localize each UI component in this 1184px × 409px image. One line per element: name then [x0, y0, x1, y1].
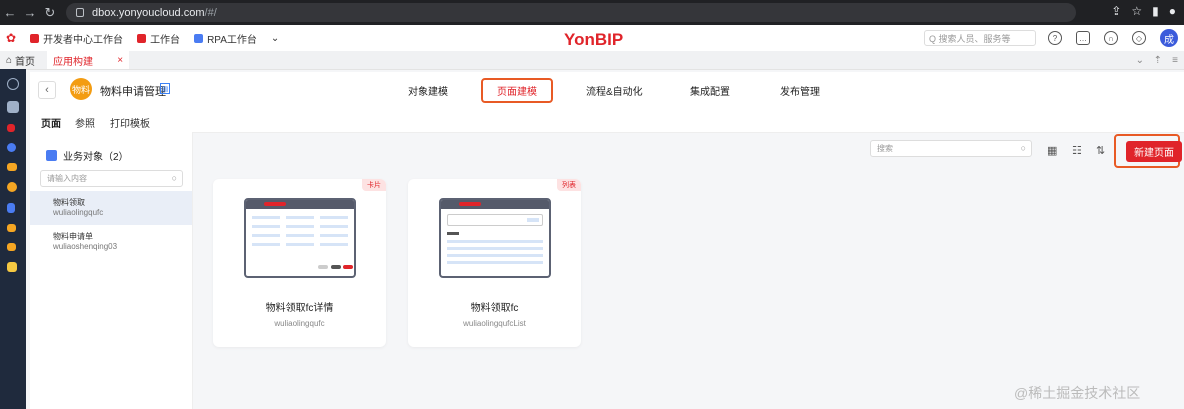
headset-icon[interactable]: ∩ [1104, 31, 1118, 45]
left-rail [0, 69, 26, 409]
card-code: wuliaolingqufc [274, 319, 325, 328]
grid-view-icon[interactable]: ▦ [1047, 144, 1057, 157]
avatar[interactable]: 成 [1160, 29, 1178, 47]
chevron-down-icon[interactable]: ⌄ [271, 33, 279, 44]
nav-object-modeling[interactable]: 对象建模 [408, 83, 448, 98]
close-icon[interactable]: × [117, 55, 123, 66]
share-icon[interactable]: ⇪ [1111, 4, 1121, 18]
item-name: 物料领取 [53, 198, 85, 207]
rail-user-icon[interactable] [7, 224, 16, 232]
nav-page-modeling[interactable]: 页面建模 [481, 78, 553, 103]
star-icon[interactable]: ☆ [1131, 4, 1142, 18]
nav-publish[interactable]: 发布管理 [780, 83, 820, 98]
tab-label: 首页 [15, 56, 36, 68]
business-objects-heading: 业务对象（2） [46, 148, 129, 163]
bookmark-label: 开发者中心工作台 [43, 34, 124, 46]
url-path: /#/ [204, 6, 217, 19]
nav-integration[interactable]: 集成配置 [690, 83, 730, 98]
browser-toolbar: ← → ↻ dbox.yonyoucloud.com/#/ ⇪ ☆ ▮ ● [0, 0, 1184, 25]
object-icon [46, 150, 57, 161]
subtab-print-template[interactable]: 打印模板 [110, 115, 150, 130]
list-view-icon[interactable]: ☷ [1072, 144, 1082, 157]
card-type-badge: 列表 [557, 179, 581, 191]
app-logo: 物料 [70, 78, 92, 100]
card-type-badge: 卡片 [362, 179, 386, 191]
search-placeholder: 搜索 [877, 144, 893, 153]
bookmark-icon [30, 33, 40, 43]
card-preview-image [244, 198, 356, 278]
heading-label: 业务对象（2） [63, 152, 129, 163]
sort-icon[interactable]: ⇅ [1096, 144, 1105, 157]
item-code: wuliaoshenqing03 [53, 242, 118, 251]
tab-app-build[interactable]: 应用构建 × [47, 51, 130, 69]
app-header: ‹ 物料 物料申请管理 ▤ 对象建模 页面建模 流程&自动化 集成配置 发布管理 [30, 72, 1184, 109]
page-search-input[interactable]: 搜索 ○ [870, 140, 1032, 157]
rail-user2-icon[interactable] [7, 243, 16, 251]
card-preview-image [439, 198, 551, 278]
back-icon[interactable]: ← [0, 5, 20, 20]
url-host: dbox.yonyoucloud.com [92, 6, 205, 19]
search-icon[interactable]: ○ [1021, 143, 1026, 153]
bookmark-label: RPA工作台 [207, 34, 257, 46]
watermark: @稀土掘金技术社区 [1014, 385, 1141, 401]
subtab-reference[interactable]: 参照 [75, 115, 95, 130]
sidebar-item-wuliaolingqufc[interactable]: 物料领取 wuliaolingqufc [30, 191, 192, 225]
tab-bar: ⌂ 首页 应用构建 × ⌄ ⇡ ≡ [0, 51, 1184, 70]
search-placeholder: 请输入内容 [47, 174, 87, 183]
rail-chart-icon[interactable] [7, 143, 16, 152]
global-search-input[interactable]: Q 搜索人员、服务等 [924, 30, 1036, 46]
app-title: 物料申请管理 [100, 86, 166, 98]
card-title: 物料领取fc [470, 303, 519, 314]
collapse-icon[interactable]: ⌄ [1136, 55, 1144, 66]
reload-icon[interactable]: ↻ [40, 5, 60, 21]
item-code: wuliaolingqufc [53, 208, 104, 217]
bookmark-icon [194, 33, 204, 43]
upload-icon[interactable]: ⇡ [1154, 55, 1162, 66]
profile-icon[interactable]: ● [1169, 4, 1176, 18]
rail-circle-icon[interactable] [7, 182, 17, 192]
message-icon[interactable]: … [1076, 31, 1090, 45]
object-sidebar: 业务对象（2） 请输入内容 ○ 物料领取 wuliaolingqufc 物料申请单… [30, 132, 193, 409]
object-search-input[interactable]: 请输入内容 ○ [40, 170, 183, 187]
rail-doc-icon[interactable] [7, 203, 15, 213]
new-page-button[interactable]: 新建页面 [1126, 141, 1182, 162]
bookmark-rpa[interactable]: RPA工作台 [194, 31, 257, 46]
tab-label: 应用构建 [53, 56, 94, 68]
help-icon[interactable]: ? [1048, 31, 1062, 45]
menu-icon[interactable]: ≡ [1172, 55, 1178, 66]
back-button[interactable]: ‹ [38, 81, 56, 99]
home-icon: ⌂ [6, 54, 13, 66]
bookmark-workbench[interactable]: 工作台 [137, 31, 180, 46]
item-name: 物料申请单 [53, 232, 93, 241]
bookmark-icon [137, 33, 147, 43]
app-badge-icon: ▤ [160, 83, 170, 94]
rail-cluster-icon[interactable] [7, 163, 17, 171]
rail-app-icon[interactable] [7, 101, 19, 113]
search-icon[interactable] [7, 78, 19, 90]
card-title: 物料领取fc详情 [265, 303, 334, 314]
page-card-list[interactable]: 列表 物料领取fc wuliaolingqufcList [408, 179, 581, 347]
rail-box-icon[interactable] [7, 262, 17, 272]
search-icon[interactable]: ○ [172, 173, 177, 183]
brand-logo: YonBIP [564, 30, 624, 49]
sub-tabs: 页面 参照 打印模板 [30, 108, 1184, 135]
address-bar[interactable]: dbox.yonyoucloud.com/#/ [66, 3, 1076, 22]
card-code: wuliaolingqufcList [463, 319, 526, 328]
tab-home[interactable]: ⌂ 首页 [0, 51, 41, 69]
settings-icon[interactable]: ◇ [1132, 31, 1146, 45]
rail-grid-icon[interactable] [7, 124, 15, 132]
bookmark-dev-center[interactable]: 开发者中心工作台 [30, 31, 123, 46]
apps-grid-icon[interactable]: ✿ [6, 31, 16, 45]
bookmark-label: 工作台 [150, 34, 181, 46]
sidebar-item-wuliaoshenqing03[interactable]: 物料申请单 wuliaoshenqing03 [30, 225, 192, 259]
nav-process-automation[interactable]: 流程&自动化 [586, 83, 643, 98]
sidepanel-icon[interactable]: ▮ [1152, 4, 1159, 18]
lock-icon [76, 8, 84, 17]
page-card-detail[interactable]: 卡片 物料领取fc详情 wuliaolingqufc [213, 179, 386, 347]
forward-icon[interactable]: → [20, 5, 40, 20]
